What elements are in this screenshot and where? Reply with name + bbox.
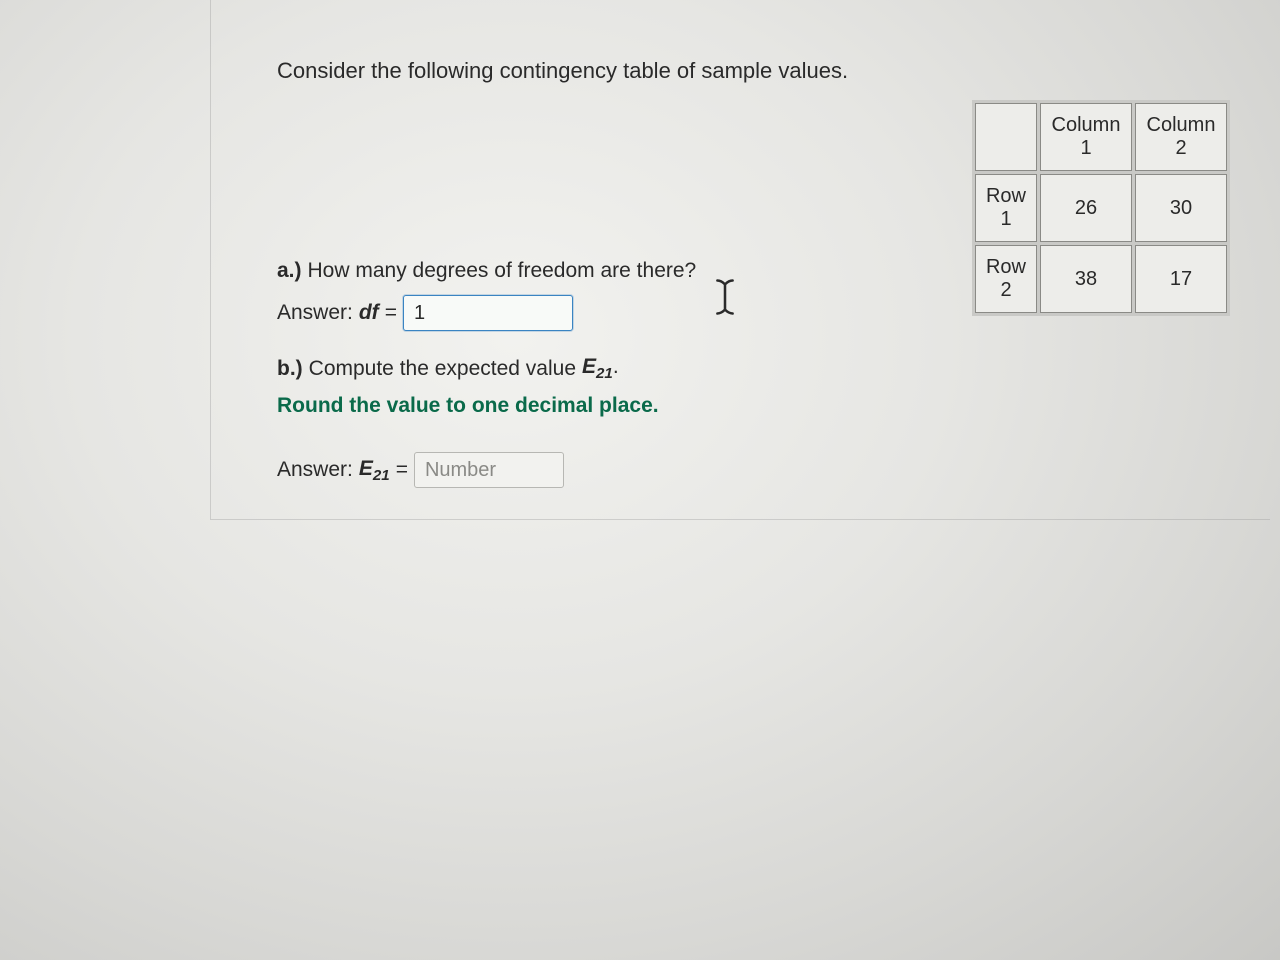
part-b-answer-row: Answer: E21 = xyxy=(277,452,1230,488)
part-b-question: b.) Compute the expected value E21. xyxy=(277,355,1230,382)
answer-prefix-b: Answer: xyxy=(277,458,353,482)
part-b-text: Compute the expected value xyxy=(309,357,576,381)
equals-a: = xyxy=(385,301,397,325)
part-a-label: a.) xyxy=(277,259,302,283)
cell-r1c1: 26 xyxy=(1040,174,1132,242)
row-header-1: Row 1 xyxy=(975,174,1037,242)
answer-prefix-a: Answer: xyxy=(277,301,353,325)
df-input[interactable] xyxy=(403,295,573,331)
col-header-2: Column 2 xyxy=(1135,103,1227,171)
equals-b: = xyxy=(396,458,408,482)
question-panel: Consider the following contingency table… xyxy=(210,0,1270,520)
contingency-table: Column 1 Column 2 Row 1 26 30 Row 2 38 1… xyxy=(972,100,1230,316)
part-a-text: How many degrees of freedom are there? xyxy=(308,259,697,283)
col-header-1: Column 1 xyxy=(1040,103,1132,171)
question-intro: Consider the following contingency table… xyxy=(277,58,1230,84)
e21-input[interactable] xyxy=(414,452,564,488)
e21-var: E21. xyxy=(582,355,619,382)
part-b-label: b.) xyxy=(277,357,303,381)
cell-r2c1: 38 xyxy=(1040,245,1132,313)
df-var: df xyxy=(359,301,379,325)
table-corner xyxy=(975,103,1037,171)
e21-answer-var: E21 xyxy=(359,457,390,484)
row-header-2: Row 2 xyxy=(975,245,1037,313)
cell-r1c2: 30 xyxy=(1135,174,1227,242)
cell-r2c2: 17 xyxy=(1135,245,1227,313)
part-b-instruction: Round the value to one decimal place. xyxy=(277,394,1230,418)
